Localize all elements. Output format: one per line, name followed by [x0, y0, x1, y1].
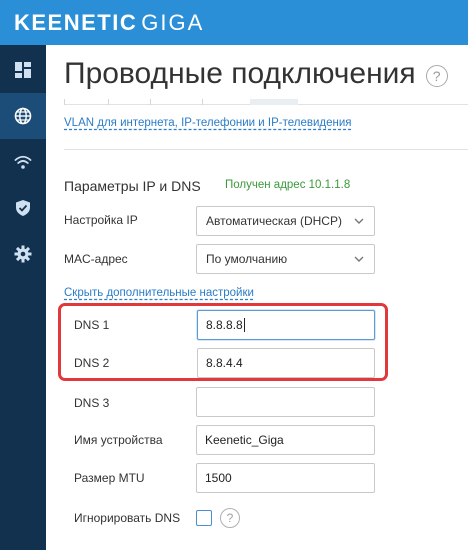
ip-status-text: Получен адрес 10.1.1.8 [225, 179, 351, 191]
dns3-label: DNS 3 [74, 396, 110, 410]
tab-divider [64, 99, 65, 105]
dns3-input[interactable] [196, 387, 375, 417]
device-name-input[interactable]: Keenetic_Giga [196, 425, 375, 455]
tab-divider [108, 99, 109, 105]
gear-icon [14, 245, 32, 263]
dns-highlight-box [58, 303, 388, 381]
brand-logo[interactable]: KEENETIC GIGA [14, 10, 204, 36]
wifi-icon [14, 155, 32, 169]
tabs-strip [64, 99, 468, 105]
chevron-down-icon [354, 256, 364, 262]
ip-setting-label: Настройка IP [64, 213, 138, 227]
logo-model-text: GIGA [141, 10, 205, 35]
top-header: KEENETIC GIGA [0, 0, 468, 45]
help-icon[interactable]: ? [425, 65, 448, 87]
section-title: Параметры IP и DNS [64, 178, 201, 194]
tab-divider [150, 99, 151, 105]
page-title: Проводные подключения [64, 57, 416, 90]
mac-value: По умолчанию [206, 252, 288, 266]
help-icon[interactable]: ? [220, 508, 240, 528]
chevron-down-icon [354, 218, 364, 224]
ip-setting-select[interactable]: Автоматическая (DHCP) [196, 206, 375, 236]
logo-brand-text: KEENETIC [14, 10, 138, 35]
hide-advanced-link[interactable]: Скрыть дополнительные настройки [64, 287, 254, 299]
mtu-value: 1500 [205, 471, 232, 485]
sidebar-item-dashboard[interactable] [0, 47, 46, 93]
sidebar-nav [0, 45, 46, 550]
ignore-dns-checkbox[interactable] [196, 510, 212, 526]
sidebar-item-security[interactable] [0, 185, 46, 231]
sidebar-item-settings[interactable] [0, 231, 46, 277]
vlan-link[interactable]: VLAN для интернета, IP-телефонии и IP-те… [64, 117, 352, 129]
sidebar-item-wifi[interactable] [0, 139, 46, 185]
device-name-label: Имя устройства [74, 433, 163, 447]
ignore-dns-label: Игнорировать DNS [74, 511, 181, 525]
sidebar-item-internet[interactable] [0, 93, 46, 139]
dashboard-icon [15, 62, 31, 78]
tab-active[interactable] [250, 99, 298, 105]
mtu-input[interactable]: 1500 [196, 463, 375, 493]
device-name-value: Keenetic_Giga [205, 433, 284, 447]
mac-select[interactable]: По умолчанию [196, 244, 375, 274]
main-content: Проводные подключения ? VLAN для интерне… [46, 45, 468, 550]
globe-icon [14, 107, 32, 125]
section-divider [64, 149, 468, 150]
mtu-label: Размер MTU [74, 471, 145, 485]
ip-setting-value: Автоматическая (DHCP) [206, 214, 342, 228]
title-row: Проводные подключения ? [64, 57, 448, 91]
shield-icon [16, 200, 30, 216]
mac-label: MAC-адрес [64, 252, 128, 266]
tab-divider [202, 99, 203, 105]
